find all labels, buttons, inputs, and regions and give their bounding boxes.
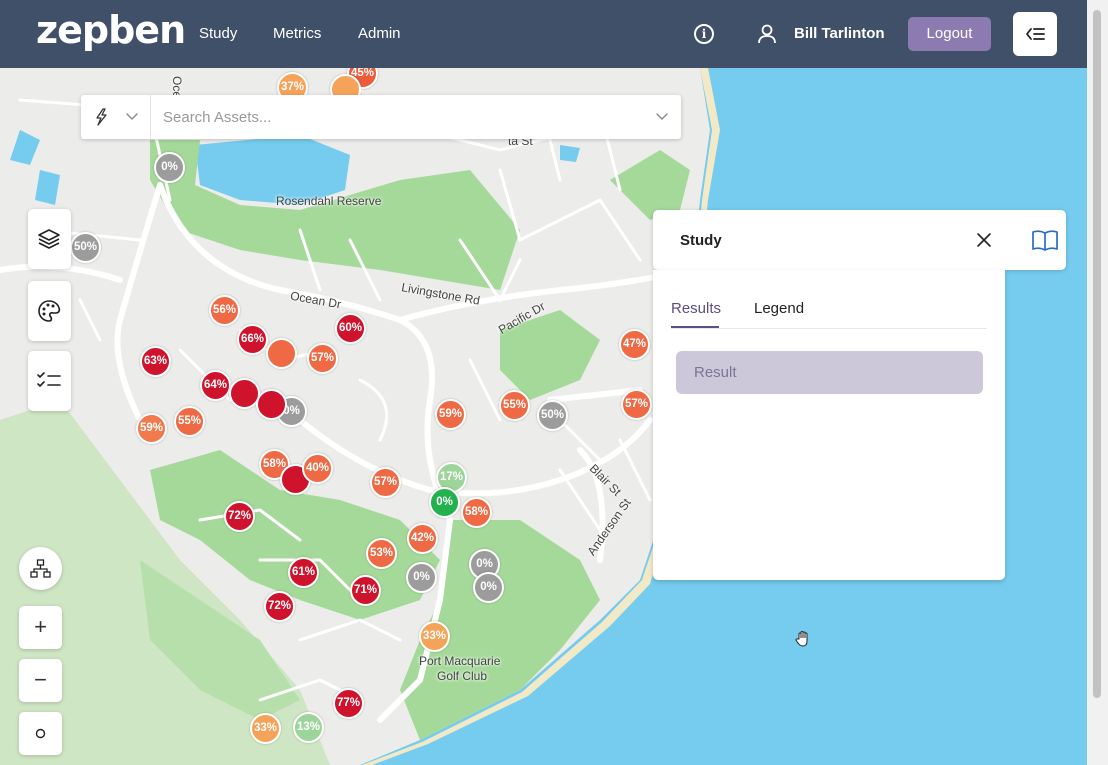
map-marker[interactable]: 57% bbox=[307, 343, 338, 374]
map-marker[interactable]: 42% bbox=[407, 523, 438, 554]
map-marker[interactable]: 0% bbox=[473, 572, 504, 603]
user-icon bbox=[758, 24, 776, 44]
map-marker[interactable]: 57% bbox=[621, 389, 652, 420]
map-label-rosendahl-reserve: Rosendahl Reserve bbox=[276, 194, 382, 208]
top-navbar: zepben Study Metrics Admin i Bill Tarlin… bbox=[0, 0, 1087, 68]
map-marker[interactable]: 55% bbox=[174, 406, 205, 437]
tab-divider bbox=[671, 328, 987, 329]
search-mode-dropdown[interactable] bbox=[81, 95, 151, 139]
map-marker[interactable] bbox=[266, 338, 297, 369]
book-icon[interactable] bbox=[1031, 228, 1059, 252]
map-marker[interactable]: 50% bbox=[70, 232, 101, 263]
map-marker[interactable]: 59% bbox=[435, 399, 466, 430]
map-marker[interactable]: 71% bbox=[350, 575, 381, 606]
map-marker[interactable]: 63% bbox=[140, 346, 171, 377]
hand-cursor-icon bbox=[795, 630, 808, 647]
map-marker[interactable]: 59% bbox=[136, 413, 167, 444]
map-marker[interactable]: 77% bbox=[333, 688, 364, 719]
user-name: Bill Tarlinton bbox=[794, 25, 885, 42]
nav-study[interactable]: Study bbox=[199, 25, 237, 42]
layers-button[interactable] bbox=[28, 209, 71, 269]
search-input[interactable] bbox=[163, 106, 643, 128]
checklist-button[interactable] bbox=[28, 351, 71, 411]
map-label-golf-club: Golf Club bbox=[437, 669, 488, 683]
map-label-port-macquarie: Port Macquarie bbox=[419, 654, 501, 668]
tab-legend[interactable]: Legend bbox=[754, 300, 804, 317]
map-marker[interactable]: 33% bbox=[250, 713, 281, 744]
study-panel-header: Study bbox=[653, 210, 1066, 270]
map-marker[interactable]: 0% bbox=[406, 562, 437, 593]
palette-icon bbox=[38, 300, 61, 322]
layers-icon bbox=[38, 229, 60, 249]
map-marker[interactable]: 40% bbox=[302, 453, 333, 484]
map-marker[interactable]: 66% bbox=[237, 324, 268, 355]
recenter-button[interactable] bbox=[19, 712, 62, 755]
asset-search bbox=[81, 95, 681, 139]
close-icon[interactable] bbox=[976, 232, 992, 248]
map-marker[interactable]: 60% bbox=[335, 313, 366, 344]
logout-button[interactable]: Logout bbox=[908, 17, 991, 51]
recenter-icon bbox=[35, 728, 46, 739]
map-marker[interactable]: 72% bbox=[224, 501, 255, 532]
network-tree-icon bbox=[30, 559, 51, 578]
tab-results[interactable]: Results bbox=[671, 300, 721, 317]
map-marker[interactable]: 33% bbox=[419, 621, 450, 652]
map-marker[interactable]: 64% bbox=[200, 370, 231, 401]
network-view-button[interactable] bbox=[19, 547, 62, 590]
map-marker[interactable] bbox=[256, 389, 287, 420]
map-marker[interactable]: 53% bbox=[366, 538, 397, 569]
map-marker[interactable]: 55% bbox=[499, 390, 530, 421]
map-marker[interactable]: 47% bbox=[619, 329, 650, 360]
zoom-out-button[interactable]: − bbox=[19, 659, 62, 702]
map-marker[interactable]: 57% bbox=[370, 467, 401, 498]
lightning-icon bbox=[96, 108, 138, 126]
map-marker[interactable]: 61% bbox=[288, 557, 319, 588]
panel-toggle-button[interactable] bbox=[1013, 12, 1057, 56]
info-icon[interactable]: i bbox=[694, 24, 714, 44]
study-panel-title: Study bbox=[680, 232, 722, 249]
style-button[interactable] bbox=[28, 281, 71, 341]
nav-admin[interactable]: Admin bbox=[358, 25, 401, 42]
map-marker[interactable]: 58% bbox=[461, 497, 492, 528]
active-tab-indicator bbox=[671, 326, 719, 328]
map-marker[interactable]: 50% bbox=[537, 400, 568, 431]
checklist-icon bbox=[37, 372, 61, 388]
page-scrollbar-thumb[interactable] bbox=[1093, 10, 1101, 698]
app-root: Rosendahl Reserve Ocean Dr Livingstone R… bbox=[0, 0, 1108, 765]
zoom-in-button[interactable]: + bbox=[19, 606, 62, 649]
nav-metrics[interactable]: Metrics bbox=[273, 25, 321, 42]
app-logo[interactable]: zepben bbox=[36, 8, 186, 52]
result-button[interactable]: Result bbox=[676, 351, 983, 394]
map-marker[interactable]: 72% bbox=[264, 591, 295, 622]
map-marker[interactable]: 56% bbox=[209, 295, 240, 326]
map-marker[interactable]: 0% bbox=[429, 487, 460, 518]
map-marker[interactable]: 0% bbox=[154, 152, 185, 183]
map-marker[interactable]: 13% bbox=[293, 712, 324, 743]
study-panel-body: Results Legend Result bbox=[653, 270, 1005, 580]
chevron-down-icon[interactable] bbox=[654, 109, 670, 125]
collapse-menu-icon bbox=[1026, 28, 1045, 40]
